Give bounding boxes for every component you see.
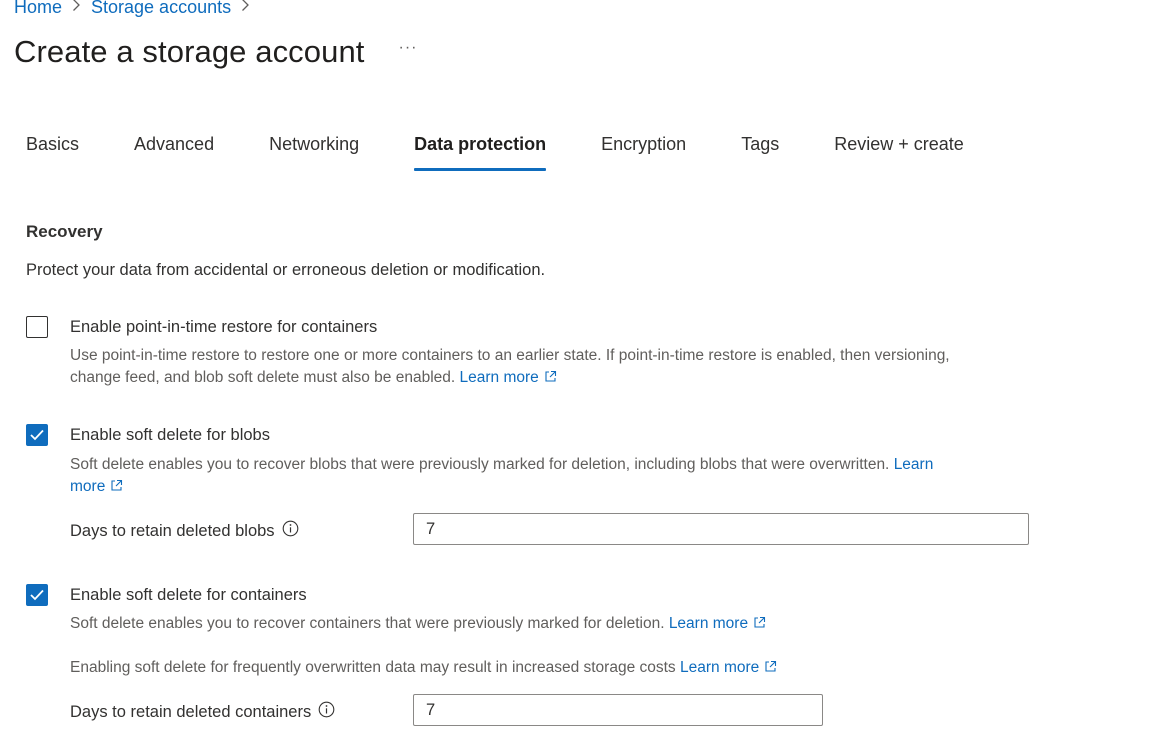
- container-soft-delete-help: Soft delete enables you to recover conta…: [70, 615, 665, 632]
- cost-learn-more-text: Learn more: [680, 659, 760, 676]
- blob-soft-delete-help-line1: Soft delete enables you to recover blobs…: [70, 456, 890, 473]
- blob-retention-days-input[interactable]: [413, 513, 1029, 545]
- container-soft-delete-checkbox[interactable]: [26, 584, 48, 606]
- pitr-learn-more-link[interactable]: Learn more: [460, 369, 557, 386]
- container-retention-label: Days to retain deleted containers: [70, 701, 335, 723]
- blob-retention-row: Days to retain deleted blobs: [70, 520, 299, 542]
- blob-learn-more-link[interactable]: more: [70, 478, 123, 495]
- cost-learn-more-link[interactable]: Learn more: [680, 659, 777, 676]
- tab-basics[interactable]: Basics: [26, 134, 79, 172]
- page-title: Create a storage account: [14, 34, 365, 69]
- container-cost-note: Enabling soft delete for frequently over…: [70, 657, 1020, 680]
- section-description: Protect your data from accidental or err…: [26, 261, 546, 279]
- info-icon[interactable]: [282, 520, 299, 542]
- chevron-right-icon: [72, 0, 81, 17]
- external-link-icon: [110, 477, 123, 499]
- pitr-learn-more-text: Learn more: [459, 369, 539, 386]
- pitr-label: Enable point-in-time restore for contain…: [70, 318, 378, 336]
- tab-encryption[interactable]: Encryption: [601, 134, 686, 172]
- page-header: Create a storage account ···: [14, 34, 417, 70]
- breadcrumb-storage-accounts-link[interactable]: Storage accounts: [91, 0, 231, 18]
- tab-advanced[interactable]: Advanced: [134, 134, 214, 172]
- container-retention-days-input[interactable]: [413, 694, 823, 726]
- pitr-help-line2: change feed, and blob soft delete must a…: [70, 369, 456, 386]
- tab-review-create[interactable]: Review + create: [834, 134, 964, 172]
- container-soft-delete-help-text: Soft delete enables you to recover conta…: [70, 613, 1020, 636]
- blob-soft-delete-checkbox[interactable]: [26, 424, 48, 446]
- tab-bar: Basics Advanced Networking Data protecti…: [26, 134, 1019, 172]
- more-options-button[interactable]: ···: [399, 39, 418, 57]
- chevron-right-icon: [241, 0, 250, 17]
- tab-data-protection[interactable]: Data protection: [414, 134, 547, 172]
- blob-retention-label: Days to retain deleted blobs: [70, 520, 299, 542]
- blob-learn-more-text: more: [70, 478, 106, 495]
- container-soft-delete-label: Enable soft delete for containers: [70, 586, 307, 604]
- breadcrumb: Home Storage accounts: [14, 0, 260, 18]
- external-link-icon: [544, 368, 557, 390]
- blob-soft-delete-help-text: Soft delete enables you to recover blobs…: [70, 454, 1020, 499]
- blob-soft-delete-label: Enable soft delete for blobs: [70, 426, 270, 444]
- pitr-help-line1: Use point-in-time restore to restore one…: [70, 347, 950, 364]
- external-link-icon: [753, 614, 766, 636]
- section-title-recovery: Recovery: [26, 222, 103, 241]
- container-retention-row: Days to retain deleted containers: [70, 701, 335, 723]
- external-link-icon: [764, 658, 777, 680]
- info-icon[interactable]: [318, 701, 335, 723]
- container-learn-more-link[interactable]: Learn more: [669, 615, 766, 632]
- tab-tags[interactable]: Tags: [741, 134, 779, 172]
- tab-networking[interactable]: Networking: [269, 134, 359, 172]
- breadcrumb-home-link[interactable]: Home: [14, 0, 62, 18]
- container-retention-label-text: Days to retain deleted containers: [70, 702, 312, 721]
- pitr-checkbox[interactable]: [26, 316, 48, 338]
- blob-retention-label-text: Days to retain deleted blobs: [70, 521, 275, 540]
- container-cost-note-text: Enabling soft delete for frequently over…: [70, 659, 676, 676]
- container-learn-more-text: Learn more: [668, 615, 749, 632]
- blob-learn-more-link-part1[interactable]: Learn: [894, 456, 934, 473]
- pitr-help-text: Use point-in-time restore to restore one…: [70, 345, 1020, 390]
